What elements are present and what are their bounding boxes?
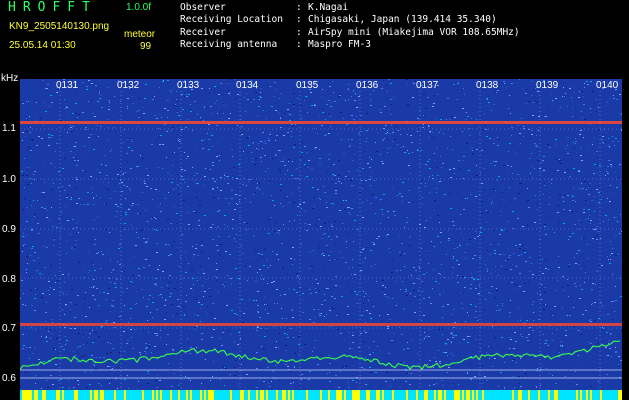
info-row-location: Receiving Location: Chigasaki, Japan (139… [180,14,520,26]
y-tick-label: 0.9 [2,224,16,235]
time-label: 0140 [596,80,619,91]
spectrogram-canvas[interactable] [20,79,622,400]
frequency-unit: kHz [1,73,19,84]
time-label: 0136 [356,80,379,91]
info-row-observer: Observer: K.Nagai [180,2,520,14]
signal-trace [20,340,621,371]
info-value: Maspro FM-3 [308,39,371,51]
y-tick-label: 1.0 [2,174,16,185]
mode-label: meteor [124,29,156,40]
time-label: 0135 [296,80,319,91]
time-label: 0137 [416,80,439,91]
info-separator: : [296,14,302,26]
time-label: 0139 [536,80,559,91]
observation-info: Observer: K.Nagai Receiving Location: Chig… [180,2,520,52]
file-name: KN9_2505140130.png [9,21,110,32]
time-label: 0131 [56,80,79,91]
y-tick-label: 0.6 [2,373,16,384]
y-tick-label: 0.8 [2,274,16,285]
info-separator: : [296,26,302,38]
info-row-receiver: Receiver: AirSpy mini (Miakejima VOR 108.… [180,27,520,39]
noise-speckles [20,79,622,389]
info-separator: : [296,2,302,13]
file-date: 25.05.14 01:30 [9,40,76,51]
info-value: AirSpy mini (Miakejima VOR 108.65MHz) [308,26,520,38]
signal-line-upper [20,121,622,124]
header-left: HROFFT 1.0.0f KN9_2505140130.png 25.05.1… [0,0,170,70]
app-title: HROFFT [8,0,97,15]
info-value: Chigasaki, Japan (139.414 35.340) [308,14,497,26]
y-tick-label: 0.7 [2,323,16,334]
time-label: 0134 [236,80,259,91]
info-value: K.Nagai [308,2,349,13]
app-version: 1.0.0f [126,2,152,13]
info-row-antenna: Receiving antenna: Maspro FM-3 [180,39,520,51]
info-separator: : [296,39,302,51]
time-label: 0138 [476,80,499,91]
info-key: Receiving Location [180,14,283,26]
time-label: 0133 [177,80,200,91]
signal-line-lower [20,323,622,326]
info-key: Receiver [180,26,226,38]
bottom-bar [20,390,622,400]
count-value: 99 [140,41,152,52]
time-label: 0132 [117,80,140,91]
y-tick-label: 1.1 [2,123,16,134]
info-key: Receiving antenna [180,39,278,51]
spectrogram-panel[interactable]: 0131 0132 0133 0134 0135 0136 0137 0138 … [20,79,622,400]
info-key: Observer [180,2,226,13]
